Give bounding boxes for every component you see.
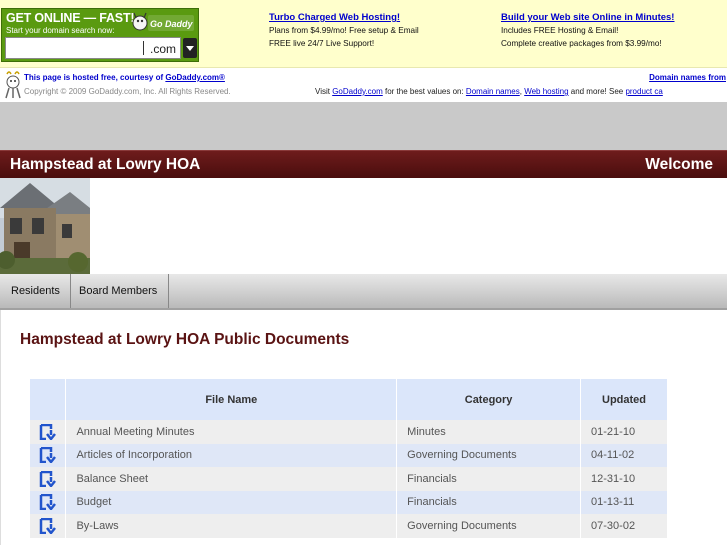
page-heading: Hampstead at Lowry HOA Public Documents	[20, 331, 350, 348]
site-title: Hampstead at Lowry HOA	[10, 156, 201, 173]
file-name[interactable]: By-Laws	[65, 514, 398, 538]
builder-line1: Includes FREE Hosting & Email!	[501, 26, 619, 35]
tld-value: .com	[150, 42, 177, 56]
table-row[interactable]: Budget Financials 01-13-11	[30, 490, 668, 514]
file-updated: 01-21-10	[580, 420, 668, 444]
product-catalog-link[interactable]: product ca	[625, 87, 662, 96]
file-name[interactable]: Balance Sheet	[65, 467, 398, 491]
file-updated: 12-31-10	[580, 467, 668, 491]
hosting-line1: Plans from $4.99/mo! Free setup & Email	[269, 26, 419, 35]
web-hosting-link[interactable]: Web hosting	[524, 87, 568, 96]
file-updated: 04-11-02	[580, 443, 668, 467]
nav-residents[interactable]: Residents	[0, 274, 71, 308]
ad-banner: GET ONLINE — FAST! Start your domain sea…	[0, 0, 727, 68]
download-icon[interactable]	[39, 447, 57, 464]
header-category[interactable]: Category	[396, 379, 582, 420]
main-nav: Residents Board Members	[0, 274, 727, 310]
site-title-bar: Hampstead at Lowry HOA Welcome	[0, 150, 727, 178]
header-file-name[interactable]: File Name	[65, 379, 398, 420]
download-icon-cell[interactable]	[30, 443, 67, 467]
file-category: Governing Documents	[396, 443, 582, 467]
promo-subtext: Start your domain search now:	[6, 26, 115, 35]
domain-names-footer-link[interactable]: Domain names	[466, 87, 520, 96]
file-name[interactable]: Annual Meeting Minutes	[65, 420, 398, 444]
godaddy-link[interactable]: GoDaddy.com®	[165, 73, 225, 82]
hosted-by-text: This page is hosted free, courtesy of Go…	[24, 73, 225, 82]
welcome-label: Welcome	[645, 156, 713, 173]
ad-hosting: Turbo Charged Web Hosting! Plans from $4…	[269, 11, 419, 50]
domain-search-promo[interactable]: GET ONLINE — FAST! Start your domain sea…	[1, 8, 199, 62]
download-icon-cell[interactable]	[30, 467, 67, 491]
file-name[interactable]: Articles of Incorporation	[65, 443, 398, 467]
copyright-text: Copyright © 2009 GoDaddy.com, Inc. All R…	[24, 87, 231, 96]
header-updated[interactable]: Updated	[580, 379, 668, 420]
hosted-notice: This page is hosted free, courtesy of Go…	[0, 68, 727, 102]
documents-table: File Name Category Updated Annual Meetin…	[30, 379, 668, 538]
website-builder-link[interactable]: Build your Web site Online in Minutes!	[501, 11, 674, 24]
hosting-link[interactable]: Turbo Charged Web Hosting!	[269, 11, 419, 24]
visit-tail: and more! See	[568, 87, 626, 96]
hosted-by-prefix: This page is hosted free, courtesy of	[24, 73, 166, 82]
godaddy-logo: Go Daddy	[132, 12, 194, 31]
domain-names-link[interactable]: Domain names from	[649, 73, 726, 82]
domain-search-input[interactable]: .com	[5, 37, 181, 59]
file-name[interactable]: Budget	[65, 490, 398, 514]
house-photo	[0, 178, 90, 274]
file-category: Financials	[396, 467, 582, 491]
header-spacer	[0, 102, 727, 150]
table-header-row: File Name Category Updated	[30, 379, 668, 420]
download-icon-cell[interactable]	[30, 514, 67, 538]
visit-mid: for the best values on:	[382, 87, 466, 96]
table-row[interactable]: Articles of Incorporation Governing Docu…	[30, 443, 668, 467]
download-icon[interactable]	[39, 423, 57, 440]
table-row[interactable]: By-Laws Governing Documents 07-30-02	[30, 514, 668, 538]
file-updated: 01-13-11	[580, 490, 668, 514]
visit-text: Visit GoDaddy.com for the best values on…	[315, 87, 663, 96]
download-icon[interactable]	[39, 517, 57, 534]
table-row[interactable]: Annual Meeting Minutes Minutes 01-21-10	[30, 420, 668, 444]
promo-headline: GET ONLINE — FAST!	[6, 11, 135, 25]
download-icon[interactable]	[39, 470, 57, 487]
visit-prefix: Visit	[315, 87, 333, 96]
header-icon-col	[30, 379, 67, 420]
text-caret	[143, 41, 144, 55]
download-icon-cell[interactable]	[30, 420, 67, 444]
main-content: Hampstead at Lowry HOA Public Documents …	[0, 310, 727, 545]
file-category: Minutes	[396, 420, 582, 444]
hosting-line2: FREE live 24/7 Live Support!	[269, 39, 375, 48]
table-row[interactable]: Balance Sheet Financials 12-31-10	[30, 467, 668, 491]
ad-website-builder: Build your Web site Online in Minutes! I…	[501, 11, 674, 50]
file-category: Financials	[396, 490, 582, 514]
logo-text: Go Daddy	[150, 19, 193, 29]
download-icon[interactable]	[39, 494, 57, 511]
godaddy-mascot-icon	[5, 71, 21, 99]
tld-dropdown-button[interactable]	[183, 38, 197, 58]
builder-line2: Complete creative packages from $3.99/mo…	[501, 39, 662, 48]
file-category: Governing Documents	[396, 514, 582, 538]
visit-godaddy-link[interactable]: GoDaddy.com	[332, 87, 383, 96]
nav-board-members[interactable]: Board Members	[71, 274, 169, 308]
download-icon-cell[interactable]	[30, 490, 67, 514]
file-updated: 07-30-02	[580, 514, 668, 538]
